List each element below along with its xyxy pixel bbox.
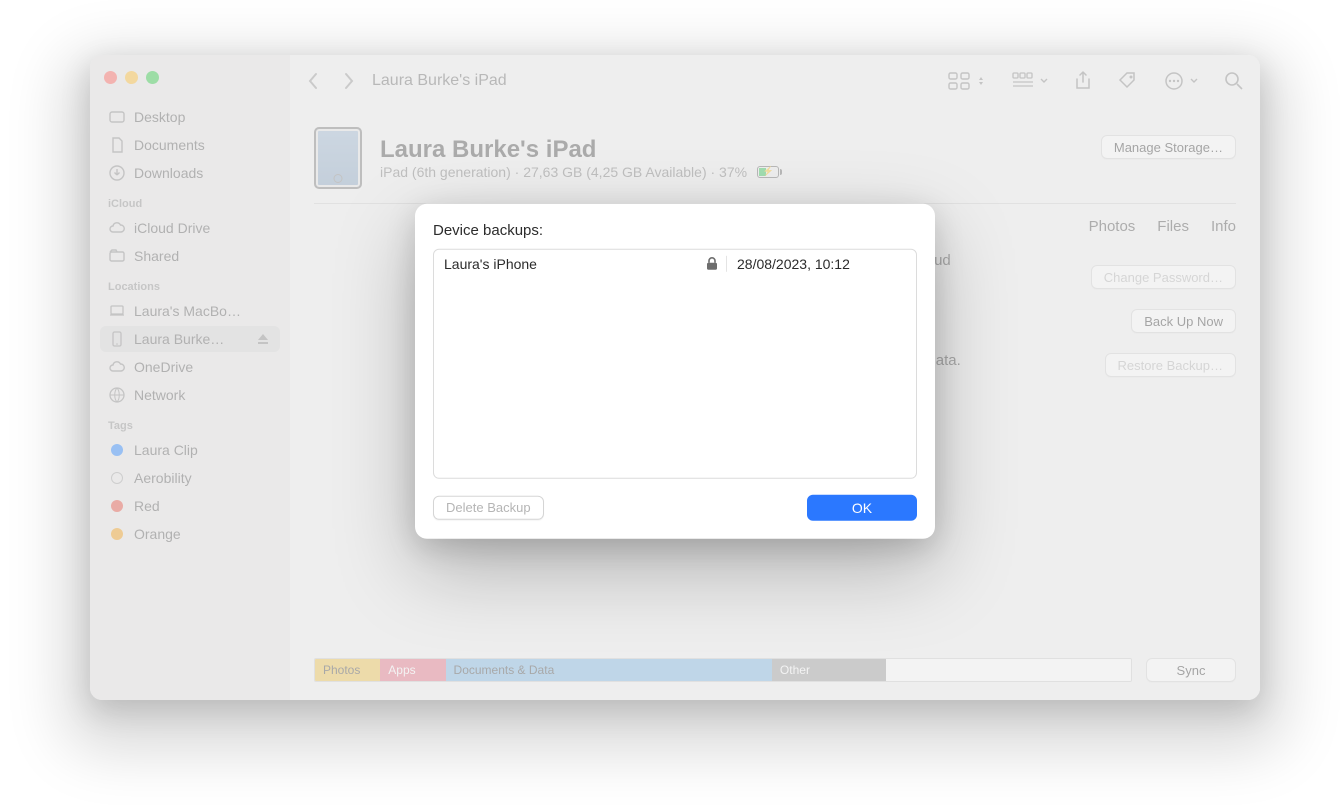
- cloud-icon: [108, 358, 126, 376]
- sidebar-item-downloads[interactable]: Downloads: [100, 160, 280, 186]
- sidebar-tag-red[interactable]: Red: [100, 493, 280, 519]
- sidebar-item-label: Downloads: [134, 165, 272, 181]
- cloud-icon: [108, 219, 126, 237]
- action-menu-button[interactable]: [1164, 71, 1198, 91]
- sidebar-item-label: Network: [134, 387, 272, 403]
- tab-photos[interactable]: Photos: [1089, 218, 1136, 235]
- sidebar-item-label: Desktop: [134, 109, 272, 125]
- storage-seg-docs: Documents & Data: [446, 659, 772, 681]
- tag-dot-icon: [108, 497, 126, 515]
- sidebar-item-label: Red: [134, 498, 272, 514]
- window-controls: [100, 65, 280, 102]
- sidebar-item-network[interactable]: Network: [100, 382, 280, 408]
- sidebar: Desktop Documents Downloads iCloud iClou…: [90, 55, 290, 700]
- sidebar-item-shared[interactable]: Shared: [100, 243, 280, 269]
- sidebar-item-icloud-drive[interactable]: iCloud Drive: [100, 215, 280, 241]
- sidebar-tag-lauraclip[interactable]: Laura Clip: [100, 437, 280, 463]
- sidebar-header-tags: Tags: [100, 410, 280, 435]
- storage-seg-other: Other: [772, 659, 886, 681]
- backup-list[interactable]: Laura's iPhone 28/08/2023, 10:12: [433, 248, 917, 478]
- backup-row[interactable]: Laura's iPhone 28/08/2023, 10:12: [434, 249, 916, 277]
- laptop-icon: [108, 302, 126, 320]
- sidebar-item-label: Shared: [134, 248, 272, 264]
- battery-icon: [757, 166, 782, 178]
- back-button[interactable]: [306, 71, 320, 91]
- backup-name: Laura's iPhone: [444, 255, 706, 271]
- desktop-icon: [108, 108, 126, 126]
- lock-icon: [706, 256, 726, 270]
- sidebar-item-label: Aerobility: [134, 470, 272, 486]
- eject-icon[interactable]: [254, 330, 272, 348]
- change-password-button[interactable]: Change Password…: [1091, 265, 1236, 289]
- minimize-window-button[interactable]: [125, 71, 138, 84]
- view-mode-button[interactable]: [948, 72, 986, 90]
- group-by-button[interactable]: [1012, 72, 1048, 90]
- sidebar-item-label: Orange: [134, 526, 272, 542]
- search-button[interactable]: [1224, 71, 1244, 91]
- sidebar-tag-orange[interactable]: Orange: [100, 521, 280, 547]
- close-window-button[interactable]: [104, 71, 117, 84]
- sidebar-tag-aerobility[interactable]: Aerobility: [100, 465, 280, 491]
- sidebar-item-macbook[interactable]: Laura's MacBo…: [100, 298, 280, 324]
- document-icon: [108, 136, 126, 154]
- tag-button[interactable]: [1118, 71, 1138, 91]
- storage-bar-section: Photos Apps Documents & Data Other Sync: [314, 650, 1236, 700]
- storage-seg-photos: Photos: [315, 659, 380, 681]
- delete-backup-button[interactable]: Delete Backup: [433, 495, 544, 519]
- device-subtitle-text: iPad (6th generation) · 27,63 GB (4,25 G…: [380, 164, 747, 180]
- sidebar-item-desktop[interactable]: Desktop: [100, 104, 280, 130]
- finder-window: Desktop Documents Downloads iCloud iClou…: [90, 55, 1260, 700]
- zoom-window-button[interactable]: [146, 71, 159, 84]
- sidebar-header-icloud: iCloud: [100, 188, 280, 213]
- sidebar-item-label: Laura Burke…: [134, 331, 246, 347]
- dialog-title: Device backups:: [433, 221, 917, 238]
- tag-dot-icon: [108, 525, 126, 543]
- tab-files[interactable]: Files: [1157, 218, 1189, 235]
- restore-backup-button[interactable]: Restore Backup…: [1105, 353, 1237, 377]
- sidebar-header-locations: Locations: [100, 271, 280, 296]
- device-backups-dialog: Device backups: Laura's iPhone 28/08/202…: [415, 203, 935, 538]
- device-header: Laura Burke's iPad iPad (6th generation)…: [314, 107, 1236, 204]
- sidebar-item-label: Documents: [134, 137, 272, 153]
- device-subtitle: iPad (6th generation) · 27,63 GB (4,25 G…: [380, 164, 782, 180]
- device-name: Laura Burke's iPad: [380, 136, 782, 164]
- tag-dot-icon: [108, 441, 126, 459]
- sidebar-item-ipad[interactable]: Laura Burke…: [100, 326, 280, 352]
- backup-actions: Change Password… Back Up Now Restore Bac…: [1091, 245, 1236, 377]
- sidebar-item-documents[interactable]: Documents: [100, 132, 280, 158]
- download-icon: [108, 164, 126, 182]
- sidebar-item-label: Laura's MacBo…: [134, 303, 272, 319]
- backup-date: 28/08/2023, 10:12: [726, 255, 906, 271]
- sidebar-item-label: Laura Clip: [134, 442, 272, 458]
- sidebar-item-label: OneDrive: [134, 359, 272, 375]
- sidebar-item-label: iCloud Drive: [134, 220, 272, 236]
- ok-button[interactable]: OK: [807, 494, 917, 520]
- ipad-icon: [314, 127, 362, 189]
- sync-button[interactable]: Sync: [1146, 658, 1236, 682]
- storage-seg-free: [886, 659, 1131, 681]
- globe-icon: [108, 386, 126, 404]
- sidebar-item-onedrive[interactable]: OneDrive: [100, 354, 280, 380]
- storage-bar: Photos Apps Documents & Data Other: [314, 658, 1132, 682]
- toolbar: Laura Burke's iPad: [290, 55, 1260, 107]
- tag-dot-icon: [108, 469, 126, 487]
- tab-info[interactable]: Info: [1211, 218, 1236, 235]
- window-title: Laura Burke's iPad: [372, 72, 507, 90]
- manage-storage-button[interactable]: Manage Storage…: [1101, 135, 1236, 159]
- back-up-now-button[interactable]: Back Up Now: [1131, 309, 1236, 333]
- shared-folder-icon: [108, 247, 126, 265]
- forward-button[interactable]: [342, 71, 356, 91]
- storage-seg-apps: Apps: [380, 659, 445, 681]
- tablet-icon: [108, 330, 126, 348]
- share-button[interactable]: [1074, 71, 1092, 91]
